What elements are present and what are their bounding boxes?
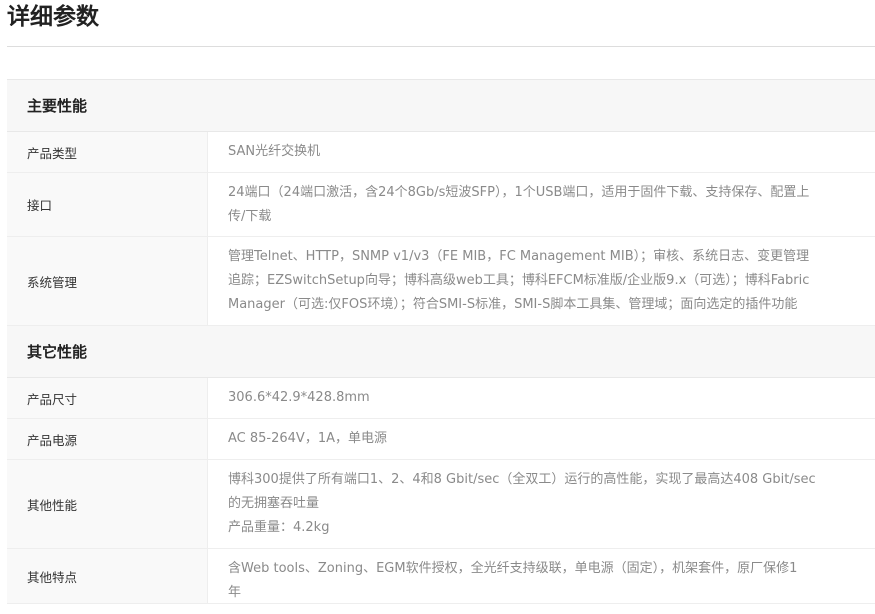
spec-label: 产品类型 bbox=[7, 132, 208, 172]
spec-value: 24端口（24端口激活，含24个8Gb/s短波SFP），1个USB端口，适用于固… bbox=[208, 173, 875, 236]
spec-value-line: 管理Telnet、HTTP，SNMP v1/v3（FE MIB，FC Manag… bbox=[228, 249, 810, 264]
spec-value: 管理Telnet、HTTP，SNMP v1/v3（FE MIB，FC Manag… bbox=[208, 237, 875, 325]
spec-value-line: SAN光纤交换机 bbox=[228, 144, 321, 159]
spec-label: 产品电源 bbox=[7, 419, 208, 459]
spec-value-line: 年 bbox=[228, 585, 242, 600]
spec-value-line: AC 85-264V，1A，单电源 bbox=[228, 431, 387, 446]
spec-label: 接口 bbox=[7, 173, 208, 236]
spec-label: 产品尺寸 bbox=[7, 378, 208, 418]
spec-value-line: 的无拥塞吞吐量 bbox=[228, 496, 320, 511]
spec-label: 其他性能 bbox=[7, 460, 208, 548]
spec-value: AC 85-264V，1A，单电源 bbox=[208, 419, 875, 459]
spec-row-product-size: 产品尺寸 306.6*42.9*428.8mm bbox=[7, 378, 875, 419]
spec-row-interface: 接口 24端口（24端口激活，含24个8Gb/s短波SFP），1个USB端口，适… bbox=[7, 173, 875, 237]
title-divider bbox=[7, 46, 875, 47]
spec-table: 主要性能 产品类型 SAN光纤交换机 接口 24端口（24端口激活，含24个8G… bbox=[7, 79, 875, 604]
spec-label: 其他特点 bbox=[7, 549, 208, 603]
section-header-other-performance: 其它性能 bbox=[7, 326, 875, 378]
spec-value: 306.6*42.9*428.8mm bbox=[208, 378, 875, 418]
spec-row-product-type: 产品类型 SAN光纤交换机 bbox=[7, 132, 875, 173]
spec-row-system-management: 系统管理 管理Telnet、HTTP，SNMP v1/v3（FE MIB，FC … bbox=[7, 237, 875, 326]
page-title: 详细参数 bbox=[7, 4, 99, 30]
spec-row-other-performance: 其他性能 博科300提供了所有端口1、2、4和8 Gbit/sec（全双工）运行… bbox=[7, 460, 875, 549]
spec-value: SAN光纤交换机 bbox=[208, 132, 875, 172]
spec-value-line: 306.6*42.9*428.8mm bbox=[228, 390, 370, 405]
spec-value-line: 追踪；EZSwitchSetup向导；博科高级web工具；博科EFCM标准版/企… bbox=[228, 273, 810, 288]
spec-value-line: 产品重量：4.2kg bbox=[228, 520, 330, 535]
spec-label: 系统管理 bbox=[7, 237, 208, 325]
section-header-main-performance: 主要性能 bbox=[7, 80, 875, 132]
spec-value: 博科300提供了所有端口1、2、4和8 Gbit/sec（全双工）运行的高性能，… bbox=[208, 460, 875, 548]
spec-value-line: Manager（可选:仅FOS环境）；符合SMI-S标准，SMI-S脚本工具集、… bbox=[228, 297, 798, 312]
spec-value-line: 含Web tools、Zoning、EGM软件授权，全光纤支持级联，单电源（固定… bbox=[228, 561, 798, 576]
spec-row-other-features: 其他特点 含Web tools、Zoning、EGM软件授权，全光纤支持级联，单… bbox=[7, 549, 875, 604]
spec-value-line: 博科300提供了所有端口1、2、4和8 Gbit/sec（全双工）运行的高性能，… bbox=[228, 472, 816, 487]
spec-value: 含Web tools、Zoning、EGM软件授权，全光纤支持级联，单电源（固定… bbox=[208, 549, 875, 603]
spec-value-line: 传/下载 bbox=[228, 208, 272, 224]
spec-value-line: 24端口（24端口激活，含24个8Gb/s短波SFP），1个USB端口，适用于固… bbox=[228, 184, 810, 200]
spec-row-power-supply: 产品电源 AC 85-264V，1A，单电源 bbox=[7, 419, 875, 460]
